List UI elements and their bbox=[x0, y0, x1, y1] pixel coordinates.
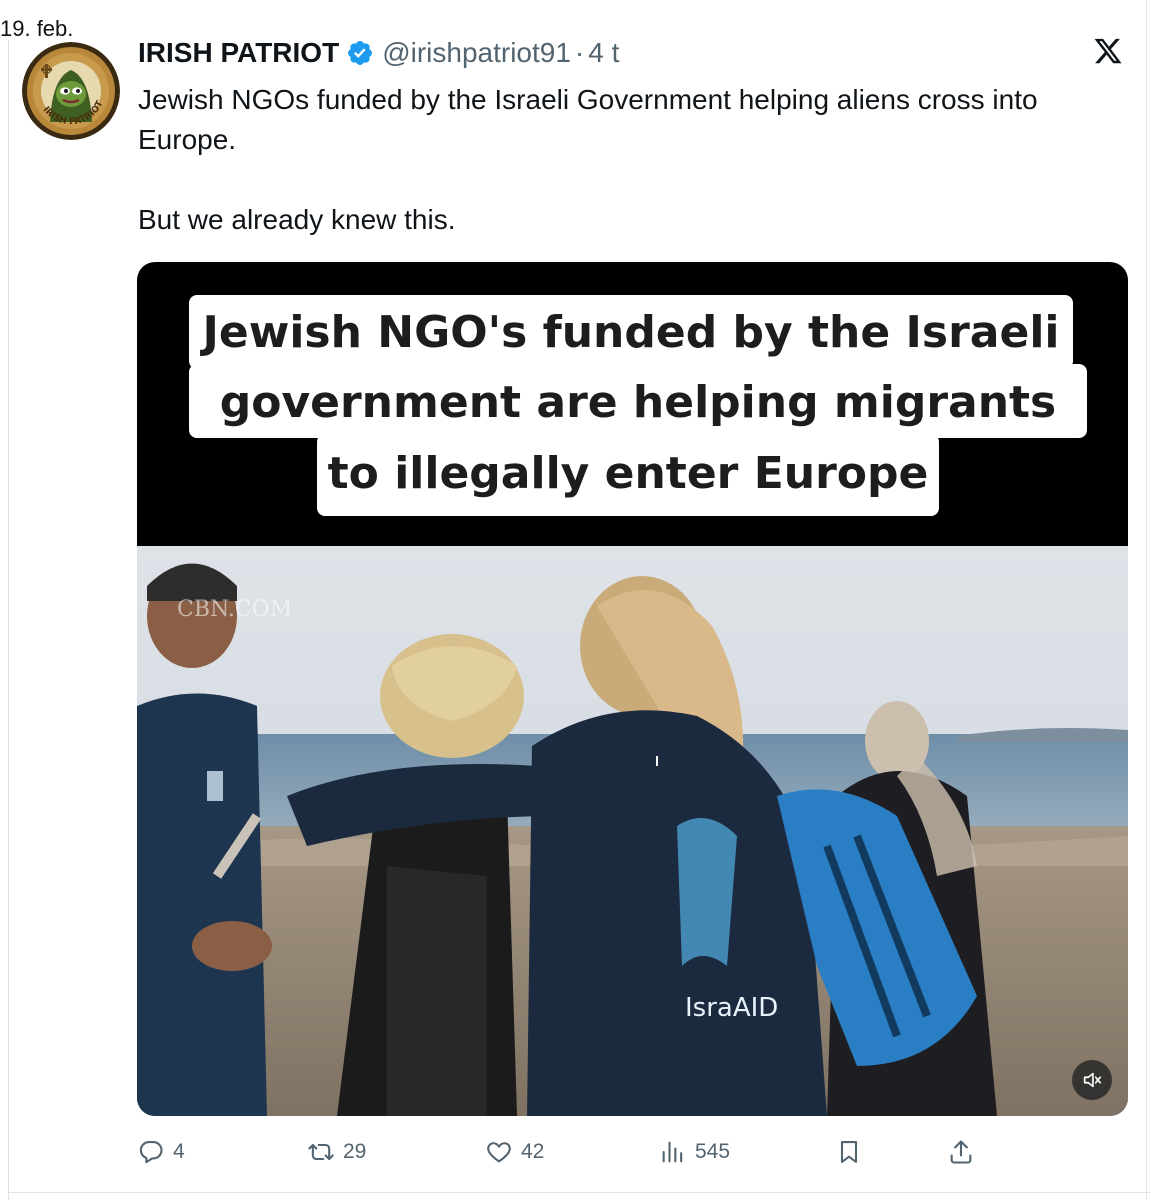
tweet-action-bar: 4 29 42 545 bbox=[137, 1132, 1137, 1172]
avatar-image: IRISH PATRIOT bbox=[22, 42, 120, 140]
retweet-count: 29 bbox=[343, 1140, 367, 1163]
author-handle[interactable]: @irishpatriot91 bbox=[382, 37, 571, 69]
like-button[interactable]: 42 bbox=[485, 1132, 544, 1172]
post-time[interactable]: 4 t bbox=[588, 37, 619, 69]
bookmark-button[interactable] bbox=[835, 1132, 863, 1172]
video-player[interactable]: Jewish NGO's funded by the Israeli gover… bbox=[137, 262, 1128, 1116]
share-icon bbox=[950, 1140, 972, 1164]
speaker-muted-icon bbox=[1083, 1072, 1102, 1088]
mute-toggle-button[interactable] bbox=[1072, 1060, 1112, 1100]
retweet-icon bbox=[308, 1143, 334, 1161]
video-caption-line-3: to illegally enter Europe bbox=[327, 448, 929, 499]
x-logo-icon[interactable] bbox=[1093, 36, 1123, 66]
avatar[interactable]: IRISH PATRIOT bbox=[22, 42, 120, 140]
frame-divider-bottom bbox=[8, 1192, 1151, 1193]
video-watermark: CBN.COM bbox=[177, 597, 292, 622]
tweet-text: Jewish NGOs funded by the Israeli Govern… bbox=[138, 80, 1138, 240]
separator-dot: · bbox=[574, 37, 585, 68]
tweet-text-paragraph-2: But we already knew this. bbox=[138, 204, 456, 235]
views-chart-icon bbox=[662, 1141, 683, 1163]
video-frame: IsraAID CBN.COM bbox=[137, 546, 1128, 1116]
shirt-logo-text: IsraAID bbox=[685, 993, 778, 1023]
reply-count: 4 bbox=[173, 1140, 185, 1163]
tweet-header: IRISH PATRIOT @irishpatriot91 · 4 t bbox=[138, 30, 619, 76]
frame-divider-right bbox=[1146, 0, 1147, 1200]
date-stamp: 19. feb. bbox=[0, 16, 80, 42]
reply-icon bbox=[139, 1141, 163, 1164]
heart-icon bbox=[487, 1142, 511, 1163]
reply-button[interactable]: 4 bbox=[137, 1132, 185, 1172]
views-button[interactable]: 545 bbox=[659, 1132, 730, 1172]
video-caption-line-2: government are helping migrants bbox=[219, 377, 1057, 428]
frame-divider-left bbox=[0, 40, 9, 1200]
bookmark-icon bbox=[840, 1141, 858, 1163]
like-count: 42 bbox=[521, 1140, 545, 1163]
tweet-text-paragraph-1: Jewish NGOs funded by the Israeli Govern… bbox=[138, 84, 1038, 155]
views-count: 545 bbox=[695, 1140, 731, 1163]
video-caption-line-1: Jewish NGO's funded by the Israeli bbox=[202, 307, 1060, 358]
share-button[interactable] bbox=[947, 1132, 975, 1172]
retweet-button[interactable]: 29 bbox=[307, 1132, 366, 1172]
verified-badge-icon[interactable] bbox=[346, 39, 374, 67]
author-name[interactable]: IRISH PATRIOT bbox=[138, 37, 339, 69]
